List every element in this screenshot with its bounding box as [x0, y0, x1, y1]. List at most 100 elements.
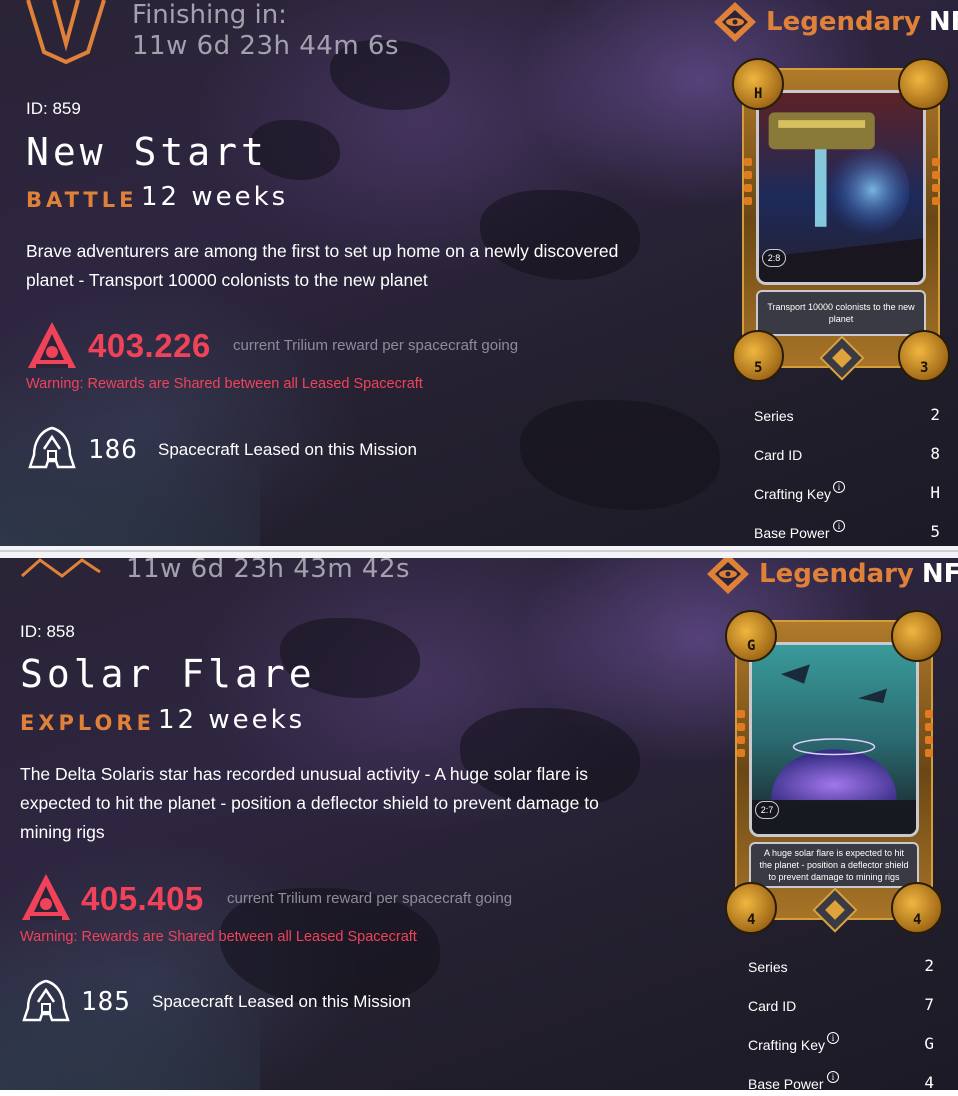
panel-divider	[0, 546, 958, 558]
timer-value: 11w 6d 23h 44m 6s	[132, 31, 400, 61]
reward-caption: current Trilium reward per spacecraft go…	[227, 890, 513, 907]
trilium-reward-icon	[22, 874, 70, 920]
brand-word-nfts: NFTs	[928, 7, 958, 37]
power-corner: 5	[732, 330, 784, 382]
speed-value: 4	[913, 912, 922, 928]
spec-value: G	[924, 1034, 934, 1053]
description-line: The Delta Solaris star has recorded unus…	[20, 764, 589, 784]
power-value: 5	[754, 360, 763, 376]
brand-word-legendary: Legendary	[766, 7, 921, 37]
power-corner: 4	[725, 882, 777, 934]
spec-base-power: Base Power i 4	[748, 1066, 938, 1090]
timer-value: 11w 6d 23h 43m 42s	[126, 558, 411, 584]
legendary-nft-brand: Legendary NFTs	[705, 558, 958, 596]
crafting-key-corner: G	[725, 610, 777, 662]
info-icon[interactable]: i	[827, 1071, 839, 1083]
leased-count: 186	[88, 435, 138, 465]
nft-card[interactable]: 2:7 A huge solar flare is expected to hi…	[725, 610, 943, 934]
description-line: mining rigs	[20, 822, 105, 842]
mission-duration: 12 weeks	[141, 182, 289, 212]
card-specs: Series 2 Card ID 8 Crafting Key i H Base…	[754, 398, 944, 546]
spec-value: 2	[924, 956, 934, 975]
spec-base-power: Base Power i 5	[754, 515, 944, 546]
chevron-emblem-icon	[21, 558, 101, 578]
reward-value: 405.405	[81, 880, 204, 917]
diamond-eye-logo-icon	[714, 2, 756, 42]
speed-corner: 3	[898, 330, 950, 382]
spec-label: Card ID	[754, 447, 803, 463]
speed-value: 3	[920, 360, 929, 376]
card-pips-left	[737, 710, 745, 762]
mission-duration: 12 weeks	[158, 705, 306, 735]
power-value: 4	[747, 912, 756, 928]
gauge-corner-icon	[898, 58, 950, 110]
card-ratio-chip: 2:7	[755, 801, 779, 819]
spec-value: 4	[924, 1073, 934, 1090]
reward-caption: current Trilium reward per spacecraft go…	[233, 337, 519, 354]
crafting-key-letter: G	[747, 638, 756, 654]
speed-corner: 4	[891, 882, 943, 934]
spec-card-id: Card ID 8	[754, 437, 944, 476]
leased-caption: Spacecraft Leased on this Mission	[152, 992, 411, 1011]
legendary-nft-brand: Legendary NFTs	[712, 0, 958, 44]
card-caption: Transport 10000 colonists to the new pla…	[756, 290, 926, 336]
description-line: planet - Transport 10000 colonists to th…	[26, 270, 428, 290]
crafting-key-letter: H	[754, 86, 763, 102]
spec-label: Crafting Key	[748, 1037, 826, 1053]
brand-word-legendary: Legendary	[759, 559, 914, 589]
crafting-key-corner: H	[732, 58, 784, 110]
spec-value: 8	[930, 444, 940, 463]
timer-label: Finishing in:	[132, 0, 287, 30]
mission-panel-new-start: Finishing in: 11w 6d 23h 44m 6s ID: 859 …	[0, 0, 958, 546]
shared-rewards-warning: Warning: Rewards are Shared between all …	[20, 929, 417, 945]
spec-label: Crafting Key	[754, 486, 832, 502]
card-pips-right	[925, 710, 933, 762]
spec-label: Series	[748, 959, 788, 975]
diamond-eye-logo-icon	[707, 558, 749, 594]
spec-label: Series	[754, 408, 794, 424]
spec-label: Base Power	[754, 525, 830, 541]
spec-label: Card ID	[748, 998, 797, 1014]
spec-label: Base Power	[748, 1076, 824, 1090]
card-pips-right	[932, 158, 940, 210]
reward-value: 403.226	[88, 327, 211, 364]
info-icon[interactable]: i	[827, 1032, 839, 1044]
description-line: Brave adventurers are among the first to…	[26, 241, 619, 261]
mission-description: The Delta Solaris star has recorded unus…	[20, 760, 680, 847]
background-rock	[520, 400, 720, 510]
spec-series: Series 2	[754, 398, 944, 437]
info-icon[interactable]: i	[833, 481, 845, 493]
mission-type: EXPLORE	[20, 711, 155, 735]
card-specs: Series 2 Card ID 7 Crafting Key i G Base…	[748, 949, 938, 1090]
mission-title: New Start	[26, 130, 268, 174]
spacecraft-icon	[22, 979, 70, 1022]
mission-id: ID: 858	[20, 622, 75, 641]
shared-rewards-warning: Warning: Rewards are Shared between all …	[26, 376, 423, 392]
spec-crafting-key: Crafting Key i H	[754, 476, 944, 515]
info-icon[interactable]: i	[833, 520, 845, 532]
mission-id: ID: 859	[26, 99, 81, 118]
spec-value: 7	[924, 995, 934, 1014]
nft-card[interactable]: 2:8 Transport 10000 colonists to the new…	[732, 58, 950, 382]
leased-count: 185	[81, 987, 131, 1017]
trilium-reward-icon	[28, 322, 76, 368]
spec-value: 5	[930, 522, 940, 541]
mission-description: Brave adventurers are among the first to…	[26, 237, 666, 295]
gauge-corner-icon	[891, 610, 943, 662]
description-line: expected to hit the planet - position a …	[20, 793, 599, 813]
spec-value: H	[930, 483, 940, 502]
mission-type: BATTLE	[26, 188, 138, 212]
spec-series: Series 2	[748, 949, 938, 988]
card-ratio-chip: 2:8	[762, 249, 786, 267]
brand-word-nfts: NFTs	[921, 559, 958, 589]
mission-panel-solar-flare: 11w 6d 23h 43m 42s ID: 858 Solar Flare E…	[0, 558, 958, 1090]
spacecraft-icon	[28, 426, 76, 469]
card-caption: A huge solar flare is expected to hit th…	[749, 842, 919, 888]
mission-title: Solar Flare	[20, 652, 316, 696]
chevron-emblem-icon	[26, 0, 106, 64]
spec-value: 2	[930, 405, 940, 424]
leased-caption: Spacecraft Leased on this Mission	[158, 440, 417, 459]
card-pips-left	[744, 158, 752, 210]
spec-card-id: Card ID 7	[748, 988, 938, 1027]
spec-crafting-key: Crafting Key i G	[748, 1027, 938, 1066]
